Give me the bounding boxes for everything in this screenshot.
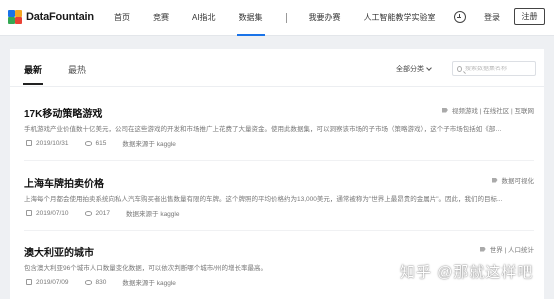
dataset-meta: 2019/07/09 830 数据来源于 kaggle	[26, 277, 176, 287]
search-icon	[457, 65, 462, 72]
main-nav: 首页 竞赛 AI指北 数据集 我要办赛 人工智能教学实验室	[114, 0, 459, 36]
dataset-item[interactable]: 17K移动策略游戏 视频游戏 | 在线社区 | 互联网 手机游戏产业价值数十亿美…	[24, 105, 534, 148]
eye-icon	[84, 210, 92, 216]
dataset-description: 手机游戏产业价值数十亿美元，公司在这些游戏的开发和市场推广上花费了大量资金。使用…	[24, 126, 504, 133]
dataset-meta: 2019/10/31 615 数据来源于 kaggle	[26, 138, 176, 148]
tab-latest[interactable]: 最新	[22, 63, 44, 85]
nav-host-competition[interactable]: 我要办赛	[309, 0, 341, 36]
dataset-item[interactable]: 澳大利亚的城市 世界 | 人口统计 包含澳大利亚96个城市人口数量变化数据，可以…	[24, 244, 534, 287]
nav-ai-teaching-lab[interactable]: 人工智能教学实验室	[364, 0, 436, 36]
row-divider	[24, 160, 534, 161]
nav-home[interactable]: 首页	[114, 0, 130, 36]
dataset-title[interactable]: 澳大利亚的城市	[24, 244, 534, 259]
row-divider	[24, 230, 534, 231]
sort-tabs: 最新 最热	[22, 63, 112, 85]
dataset-tags: 数据可视化	[491, 175, 535, 185]
brand-name: DataFountain	[26, 11, 94, 23]
top-navigation-bar: DataFountain 首页 竞赛 AI指北 数据集 我要办赛 人工智能教学实…	[0, 0, 554, 36]
dataset-item[interactable]: 上海车牌拍卖价格 数据可视化 上海每个月都会使用拍卖系统向私人汽车购买者出售数量…	[24, 175, 535, 218]
category-filter[interactable]: 全部分类	[396, 64, 432, 74]
dataset-views: 615	[95, 139, 107, 147]
tabs-divider	[10, 86, 544, 87]
tag-icon	[479, 246, 486, 252]
calendar-icon	[26, 140, 32, 146]
nav-divider	[285, 13, 287, 23]
search-box[interactable]	[452, 61, 536, 76]
dataset-source: 数据来源于 kaggle	[122, 280, 176, 287]
tab-hottest[interactable]: 最热	[68, 63, 86, 85]
dataset-tags: 视频游戏 | 在线社区 | 互联网	[441, 105, 534, 115]
dataset-views: 2017	[95, 209, 111, 217]
login-link[interactable]: 登录	[484, 12, 500, 23]
dataset-date: 2019/07/09	[36, 278, 69, 286]
nav-ai-guide[interactable]: AI指北	[192, 0, 216, 36]
calendar-icon	[26, 279, 32, 285]
dataset-tags-text: 世界 | 人口统计	[489, 247, 534, 254]
dataset-tags: 世界 | 人口统计	[479, 244, 534, 254]
tag-icon	[441, 107, 448, 113]
tag-icon	[491, 177, 498, 183]
dataset-views: 830	[95, 278, 107, 286]
eye-icon	[84, 140, 92, 146]
category-filter-label: 全部分类	[396, 66, 424, 73]
logo-icon	[8, 10, 22, 24]
calendar-icon	[26, 210, 32, 216]
dataset-source: 数据来源于 kaggle	[126, 211, 180, 218]
dataset-tags-text: 数据可视化	[501, 178, 535, 185]
register-button[interactable]: 注册	[514, 8, 545, 25]
watermark: 知乎 @那就这样吧	[400, 264, 534, 281]
chevron-down-icon	[426, 65, 432, 71]
dataset-meta: 2019/07/10 2017 数据来源于 kaggle	[26, 208, 179, 218]
eye-icon	[84, 279, 92, 285]
dataset-title[interactable]: 上海车牌拍卖价格	[24, 175, 534, 190]
nav-competitions[interactable]: 竞赛	[153, 0, 169, 36]
dataset-tags-text: 视频游戏 | 在线社区 | 互联网	[451, 108, 534, 115]
clock-icon[interactable]	[454, 11, 466, 23]
nav-datasets[interactable]: 数据集	[236, 0, 265, 36]
dataset-date: 2019/07/10	[36, 209, 69, 217]
dataset-source: 数据来源于 kaggle	[122, 141, 176, 148]
dataset-date: 2019/10/31	[36, 139, 69, 147]
dataset-description: 上海每个月都会使用拍卖系统向私人汽车购买者出售数量有限的车牌。这个牌照的平均价格…	[24, 196, 503, 203]
search-input[interactable]	[465, 65, 535, 72]
brand-logo[interactable]: DataFountain	[8, 10, 94, 24]
